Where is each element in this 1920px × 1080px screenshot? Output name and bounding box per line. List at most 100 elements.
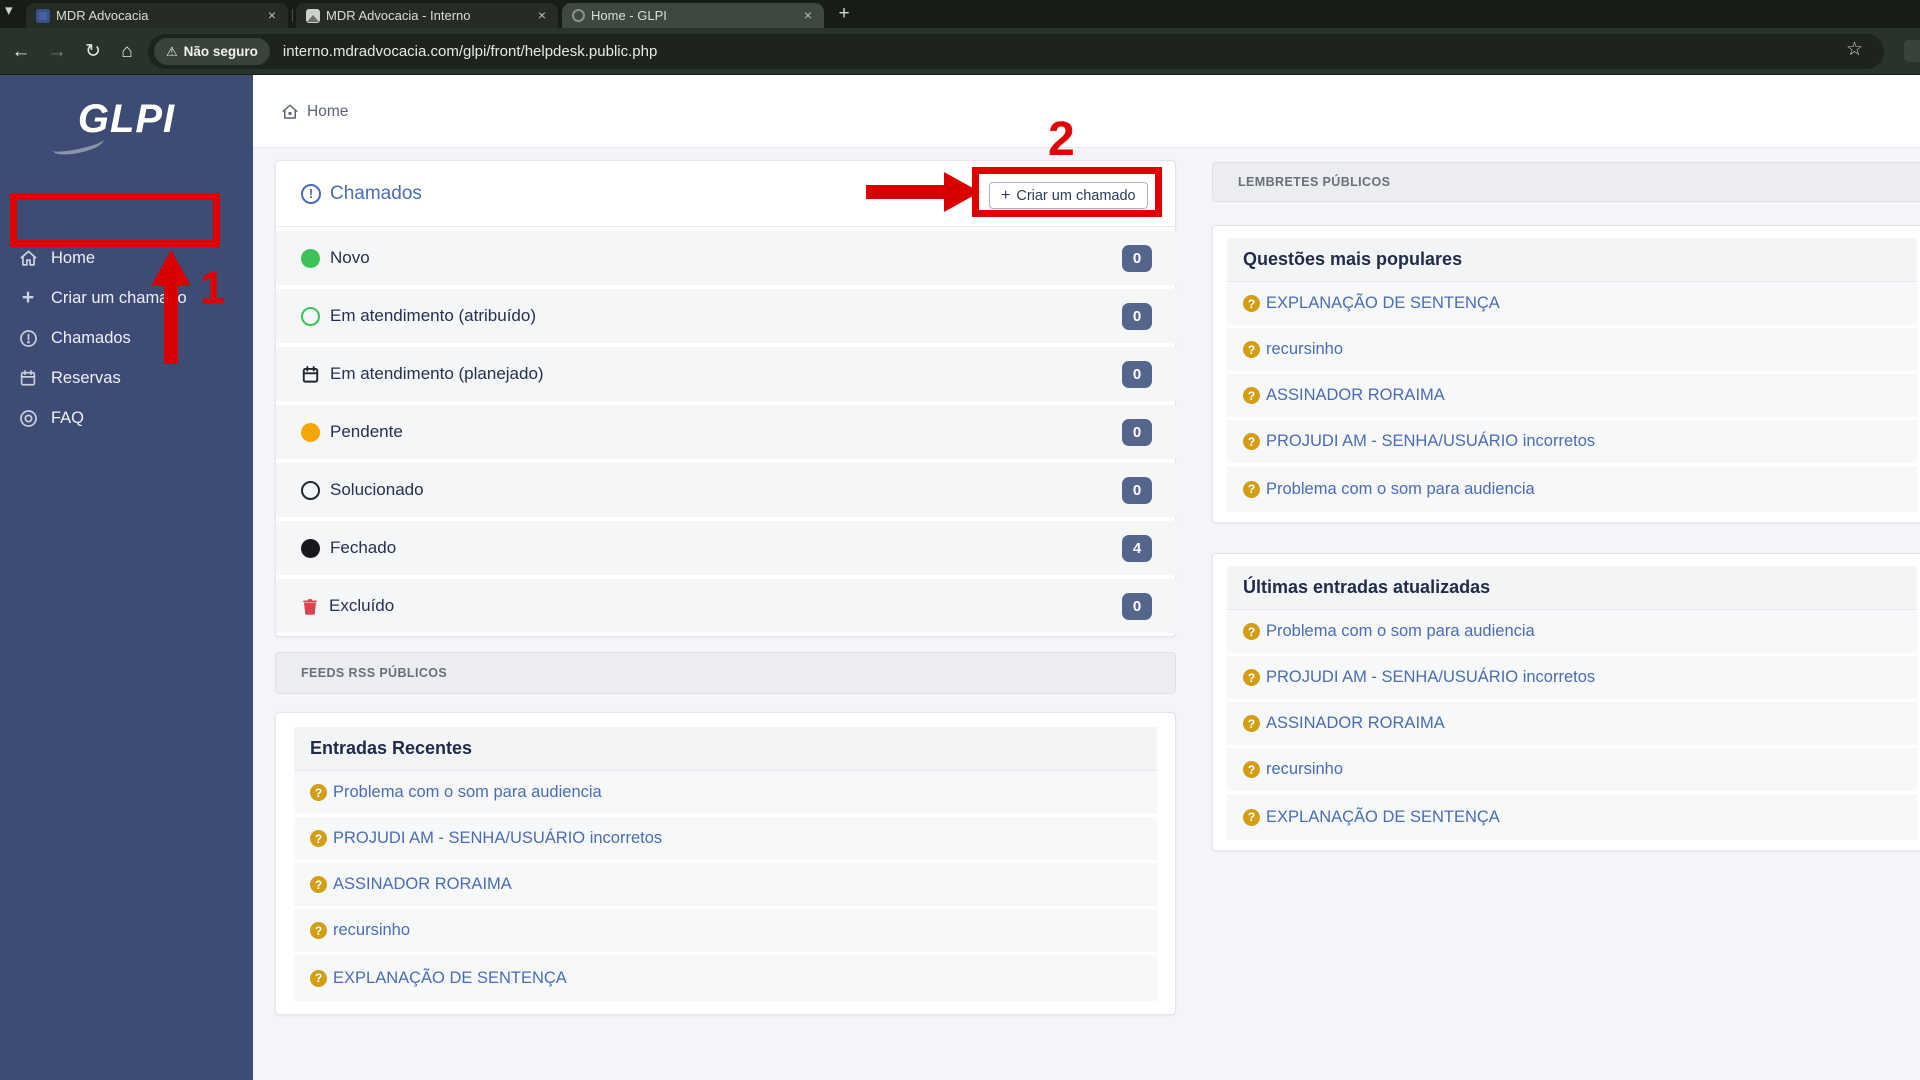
faq-link[interactable]: recursinho xyxy=(1266,340,1343,359)
sidebar-item-label: Chamados xyxy=(51,328,131,347)
faq-link[interactable]: recursinho xyxy=(333,921,410,940)
alert-circle-icon xyxy=(18,328,38,348)
sidebar-item-label: Reservas xyxy=(51,368,121,387)
status-count-badge: 0 xyxy=(1122,360,1152,388)
faq-link[interactable]: EXPLANAÇÃO DE SENTENÇA xyxy=(1266,808,1500,827)
list-item: ? recursinho xyxy=(294,909,1157,955)
url-text: interno.mdradvocacia.com/glpi/front/help… xyxy=(282,43,658,60)
faq-link[interactable]: EXPLANAÇÃO DE SENTENÇA xyxy=(1266,294,1500,313)
status-solved-icon xyxy=(301,480,320,500)
list-item: ? EXPLANAÇÃO DE SENTENÇA xyxy=(294,955,1157,1001)
popular-questions-panel: Questões mais populares ? EXPLANAÇÃO DE … xyxy=(1212,225,1920,523)
url-bar[interactable]: ⚠ Não seguro interno.mdradvocacia.com/gl… xyxy=(148,34,1884,69)
list-item: ? PROJUDI AM - SENHA/USUÁRIO incorretos xyxy=(1227,420,1917,466)
feeds-rss-section-header: FEEDS RSS PÚBLICOS xyxy=(275,652,1176,694)
new-tab-button[interactable]: + xyxy=(832,2,856,26)
browser-tab-glpi-active[interactable]: Home - GLPI × xyxy=(562,3,824,28)
annotation-arrow-right-step2 xyxy=(866,172,980,212)
breadcrumb-home-label: Home xyxy=(307,102,349,120)
tab-title: Home - GLPI xyxy=(591,8,667,23)
status-label: Solucionado xyxy=(330,480,424,499)
status-row-closed[interactable]: Fechado 4 xyxy=(276,521,1177,575)
status-label: Fechado xyxy=(330,538,397,557)
security-badge[interactable]: ⚠ Não seguro xyxy=(154,38,270,65)
list-item: ? recursinho xyxy=(1227,748,1917,794)
tab-title: MDR Advocacia - Interno xyxy=(326,8,471,23)
status-count-badge: 0 xyxy=(1122,302,1152,330)
list-item: ? recursinho xyxy=(1227,328,1917,374)
faq-link[interactable]: Problema com o som para audiencia xyxy=(1266,622,1535,641)
faq-link[interactable]: PROJUDI AM - SENHA/USUÁRIO incorretos xyxy=(333,829,662,848)
question-icon: ? xyxy=(1243,341,1260,358)
status-count-badge: 0 xyxy=(1122,244,1152,272)
glpi-logo-swoosh xyxy=(50,131,106,159)
tickets-title-text: Chamados xyxy=(330,182,422,204)
recent-entries-panel: Entradas Recentes ? Problema com o som p… xyxy=(275,712,1176,1015)
calendar-icon xyxy=(18,368,38,388)
status-row-assigned[interactable]: Em atendimento (atribuído) 0 xyxy=(276,289,1177,343)
status-row-pending[interactable]: Pendente 0 xyxy=(276,405,1177,459)
plus-icon: + xyxy=(21,286,35,309)
bookmark-star-icon[interactable]: ☆ xyxy=(1846,38,1863,61)
list-item: ? Problema com o som para audiencia xyxy=(294,771,1157,817)
list-item: ? EXPLANAÇÃO DE SENTENÇA xyxy=(1227,282,1917,328)
sidebar-item-tickets[interactable]: Chamados xyxy=(0,318,253,358)
tab-divider xyxy=(292,9,293,22)
faq-link[interactable]: PROJUDI AM - SENHA/USUÁRIO incorretos xyxy=(1266,668,1595,687)
forward-icon[interactable]: → xyxy=(40,28,74,75)
close-icon[interactable]: × xyxy=(534,7,550,24)
list-item: ? PROJUDI AM - SENHA/USUÁRIO incorretos xyxy=(1227,656,1917,702)
list-item: ? ASSINADOR RORAIMA xyxy=(294,863,1157,909)
site-favicon xyxy=(36,8,50,23)
sidebar-item-label: Home xyxy=(51,248,96,267)
breadcrumb[interactable]: Home xyxy=(281,75,348,148)
annotation-number-2: 2 xyxy=(1048,113,1075,166)
annotation-box-step2 xyxy=(972,167,1162,217)
close-icon[interactable]: × xyxy=(800,7,816,24)
glpi-logo[interactable]: GLPI xyxy=(0,97,253,159)
question-icon: ? xyxy=(1243,295,1260,312)
question-icon: ? xyxy=(1243,761,1260,778)
faq-link[interactable]: ASSINADOR RORAIMA xyxy=(1266,714,1445,733)
public-reminders-section-header: LEMBRETES PÚBLICOS xyxy=(1212,162,1920,202)
updated-entries-panel: Últimas entradas atualizadas ? Problema … xyxy=(1212,553,1920,851)
recent-entries-title: Entradas Recentes xyxy=(294,727,1157,771)
status-row-deleted[interactable]: Excluído 0 xyxy=(276,579,1177,633)
browser-tab-mdr[interactable]: MDR Advocacia × xyxy=(26,3,288,28)
home-icon xyxy=(282,104,298,119)
question-icon: ? xyxy=(1243,480,1260,498)
faq-link[interactable]: ASSINADOR RORAIMA xyxy=(1266,386,1445,405)
status-new-icon xyxy=(301,248,320,268)
status-row-new[interactable]: Novo 0 xyxy=(276,231,1177,285)
status-label: Novo xyxy=(330,248,370,267)
status-row-solved[interactable]: Solucionado 0 xyxy=(276,463,1177,517)
faq-link[interactable]: PROJUDI AM - SENHA/USUÁRIO incorretos xyxy=(1266,432,1595,451)
close-icon[interactable]: × xyxy=(264,7,280,24)
reload-icon[interactable]: ↻ xyxy=(76,28,110,75)
status-count-badge: 0 xyxy=(1122,476,1152,504)
faq-link[interactable]: Problema com o som para audiencia xyxy=(1266,480,1535,499)
faq-link[interactable]: recursinho xyxy=(1266,760,1343,779)
home-icon[interactable]: ⌂ xyxy=(110,28,144,75)
trash-icon xyxy=(303,598,317,615)
lifebuoy-icon xyxy=(18,408,38,428)
feeds-rss-label: FEEDS RSS PÚBLICOS xyxy=(301,666,448,680)
alert-circle-icon: ! xyxy=(301,183,321,204)
sidebar-item-faq[interactable]: FAQ xyxy=(0,398,253,438)
extension-icon[interactable] xyxy=(1904,40,1920,62)
chevron-down-icon[interactable]: ▾ xyxy=(5,1,13,19)
browser-tab-mdr-interno[interactable]: MDR Advocacia - Interno × xyxy=(296,3,558,28)
status-row-planned[interactable]: Em atendimento (planejado) 0 xyxy=(276,347,1177,401)
question-icon: ? xyxy=(1243,715,1260,732)
sidebar-item-reservations[interactable]: Reservas xyxy=(0,358,253,398)
faq-link[interactable]: EXPLANAÇÃO DE SENTENÇA xyxy=(333,969,567,988)
faq-link[interactable]: ASSINADOR RORAIMA xyxy=(333,875,512,894)
tab-title: MDR Advocacia xyxy=(56,8,149,23)
status-count-badge: 0 xyxy=(1122,592,1152,620)
status-count-badge: 4 xyxy=(1122,534,1152,562)
status-label: Em atendimento (atribuído) xyxy=(330,306,536,325)
faq-link[interactable]: Problema com o som para audiencia xyxy=(333,783,602,802)
back-icon[interactable]: ← xyxy=(4,28,38,75)
list-item: ? ASSINADOR RORAIMA xyxy=(1227,374,1917,420)
home-icon xyxy=(18,248,38,268)
